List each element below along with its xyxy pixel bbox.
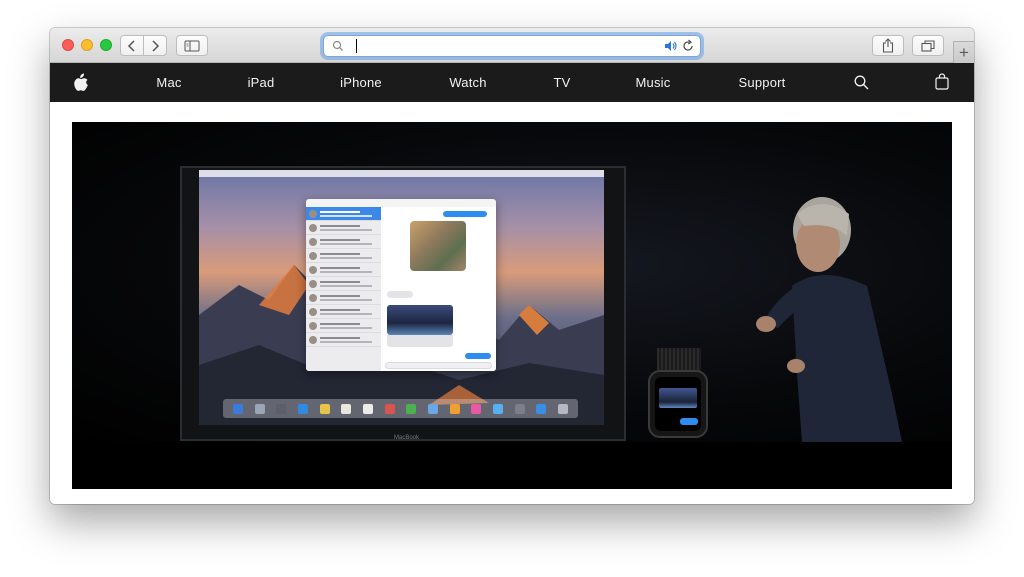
watch-link-preview <box>659 388 697 408</box>
nav-item-watch[interactable]: Watch <box>449 63 486 102</box>
share-button[interactable] <box>872 35 904 56</box>
nav-item-ipad[interactable]: iPad <box>248 63 275 102</box>
dock <box>223 399 578 418</box>
conversation-list <box>306 207 381 371</box>
forward-button[interactable] <box>143 35 167 56</box>
browser-toolbar: + <box>50 28 974 63</box>
shopping-bag-icon[interactable] <box>935 73 949 90</box>
list-item <box>306 333 381 347</box>
tabs-icon <box>921 39 935 52</box>
nav-item-tv[interactable]: TV <box>553 63 570 102</box>
nav-item-music[interactable]: Music <box>636 63 671 102</box>
sent-bubble <box>443 211 487 217</box>
desktop-menubar <box>199 170 604 177</box>
list-item <box>306 277 381 291</box>
list-item <box>306 305 381 319</box>
reload-icon[interactable] <box>681 39 695 53</box>
laptop-label: MacBook <box>394 435 420 441</box>
sidebar-icon <box>184 40 200 51</box>
macos-desktop-image <box>199 170 604 425</box>
chevron-right-icon <box>152 39 160 52</box>
minimize-window-button[interactable] <box>81 39 93 51</box>
presenter-figure <box>756 197 902 442</box>
close-window-button[interactable] <box>62 39 74 51</box>
list-item <box>306 249 381 263</box>
keynote-video[interactable]: MacBook <box>72 122 952 489</box>
link-preview-caption <box>387 335 453 347</box>
browser-window: + Mac iPad iPhone Watch TV Music Support <box>50 28 974 504</box>
nav-item-support[interactable]: Support <box>739 63 786 102</box>
sent-bubble <box>465 353 491 359</box>
address-input[interactable] <box>360 38 640 54</box>
back-button[interactable] <box>120 35 144 56</box>
list-item <box>306 319 381 333</box>
link-preview-image <box>387 305 453 335</box>
tab-overview-button[interactable] <box>912 35 944 56</box>
watch-reply-bubble <box>680 418 698 425</box>
global-nav: Mac iPad iPhone Watch TV Music Support <box>50 63 974 102</box>
stage-floor <box>72 442 952 489</box>
new-tab-button[interactable]: + <box>953 41 974 63</box>
conversation-pane <box>381 207 496 371</box>
messages-app-window <box>306 199 496 371</box>
photo-message <box>410 221 466 271</box>
watch-screen <box>655 377 701 431</box>
search-icon <box>332 40 343 51</box>
list-item <box>306 235 381 249</box>
sidebar-button[interactable] <box>176 35 208 56</box>
message-input <box>385 362 492 369</box>
nav-item-iphone[interactable]: iPhone <box>340 63 382 102</box>
list-item <box>306 221 381 235</box>
zoom-window-button[interactable] <box>100 39 112 51</box>
search-icon[interactable] <box>854 75 869 90</box>
address-bar[interactable] <box>323 35 701 57</box>
text-cursor <box>356 39 357 53</box>
received-bubble <box>387 291 413 298</box>
share-icon <box>882 38 894 53</box>
speaker-icon[interactable] <box>664 40 678 52</box>
page-content: MacBook <box>50 102 974 504</box>
apple-logo-icon[interactable] <box>73 73 89 92</box>
chevron-left-icon <box>127 39 135 52</box>
list-item <box>306 291 381 305</box>
nav-item-mac[interactable]: Mac <box>156 63 181 102</box>
list-item <box>306 263 381 277</box>
list-item <box>306 207 381 221</box>
